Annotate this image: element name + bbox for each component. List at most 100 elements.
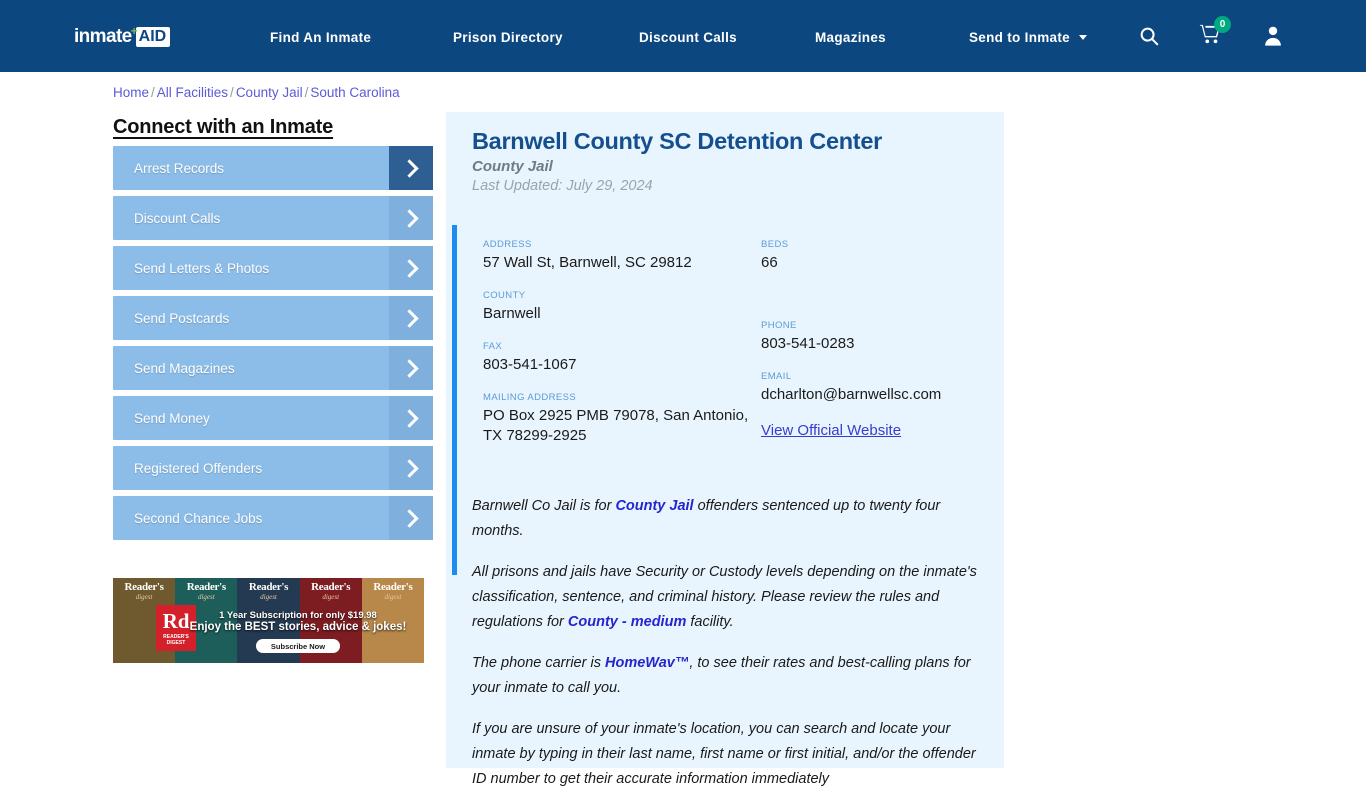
field-address: ADDRESS 57 Wall St, Barnwell, SC 29812 — [483, 239, 753, 273]
ad-cover-sub: digest — [322, 593, 340, 601]
ad-headline-1: 1 Year Subscription for only $19.98 — [219, 610, 377, 621]
field-phone: PHONE 803-541-0283 — [761, 320, 1001, 354]
breadcrumb-item-home[interactable]: Home — [113, 85, 149, 100]
ad-cover-sub: digest — [135, 593, 153, 601]
link-county-jail[interactable]: County Jail — [615, 498, 693, 514]
sidebar-item-registered-offenders[interactable]: Registered Offenders — [113, 446, 433, 490]
nav-item-prison-directory[interactable]: Prison Directory — [453, 30, 563, 45]
nav-item-send-to-inmate[interactable]: Send to Inmate — [969, 30, 1088, 45]
ad-logo-wordmark: READER'S DIGEST — [163, 633, 189, 646]
ad-cover-title: Reader's — [248, 581, 289, 593]
nav-label: Send to Inmate — [969, 30, 1070, 45]
field-email: EMAIL dcharlton@barnwellsc.com — [761, 371, 1001, 405]
sidebar-item-label: Send Postcards — [134, 310, 230, 326]
ad-cover-title: Reader's — [311, 581, 351, 593]
user-account-icon[interactable] — [1262, 24, 1284, 47]
search-icon[interactable] — [1138, 25, 1160, 47]
ad-cover-title: Reader's — [373, 581, 413, 593]
sidebar-item-label: Arrest Records — [134, 160, 225, 176]
cart-count-badge: 0 — [1214, 16, 1231, 33]
field-label: PHONE — [761, 320, 797, 331]
logo-text-aid: AID — [135, 27, 171, 47]
nav-item-discount-calls[interactable]: Discount Calls — [639, 30, 737, 45]
field-value: 803-541-0283 — [761, 335, 855, 352]
ad-headline-2: Enjoy the BEST stories, advice & jokes! — [189, 621, 407, 633]
ad-cover-title: Reader's — [124, 581, 164, 593]
breadcrumb-separator: / — [230, 85, 234, 100]
nav-label: Magazines — [815, 30, 886, 45]
field-label: MAILING ADDRESS — [483, 392, 577, 403]
sidebar-item-second-chance-jobs[interactable]: Second Chance Jobs — [113, 496, 433, 540]
advertisement-banner[interactable]: Reader's digest Reader's digest Reader's… — [113, 578, 424, 663]
breadcrumb-separator: / — [151, 85, 155, 100]
nav-item-find-an-inmate[interactable]: Find An Inmate — [270, 30, 371, 45]
link-homewav[interactable]: HomeWav™ — [605, 655, 689, 671]
sidebar-item-arrest-records[interactable]: Arrest Records — [113, 146, 433, 190]
ad-cover-title: Reader's — [186, 581, 226, 593]
breadcrumb-item-south-carolina[interactable]: South Carolina — [310, 85, 399, 100]
sidebar-item-label: Second Chance Jobs — [134, 510, 263, 526]
nav-label: Prison Directory — [453, 30, 563, 45]
sidebar-item-label: Discount Calls — [134, 210, 221, 226]
site-logo[interactable]: inmate + AID — [74, 24, 171, 48]
field-value: 803-541-1067 — [483, 356, 577, 373]
paragraph-1: Barnwell Co Jail is for County Jail offe… — [472, 494, 992, 544]
chevron-right-icon — [389, 196, 433, 240]
field-value: 57 Wall St, Barnwell, SC 29812 — [483, 254, 692, 271]
breadcrumb-separator: / — [304, 85, 309, 100]
breadcrumb-item-all-facilities[interactable]: All Facilities — [157, 85, 228, 100]
field-value: 66 — [761, 254, 778, 271]
facility-info-column-left: ADDRESS 57 Wall St, Barnwell, SC 29812 C… — [483, 239, 753, 463]
sidebar-item-send-postcards[interactable]: Send Postcards — [113, 296, 433, 340]
page-title: Barnwell County SC Detention Center — [472, 128, 882, 154]
sidebar-title: Connect with an Inmate — [113, 116, 334, 138]
nav-item-magazines[interactable]: Magazines — [815, 30, 886, 45]
field-county: COUNTY Barnwell — [483, 290, 753, 324]
field-value: PO Box 2925 PMB 79078, San Antonio, TX 7… — [483, 407, 749, 444]
sidebar-item-send-money[interactable]: Send Money — [113, 396, 433, 440]
chevron-right-icon — [389, 396, 433, 440]
site-header: inmate + AID Find An Inmate Prison Direc… — [0, 0, 1366, 72]
last-updated-text: Last Updated: July 29, 2024 — [472, 178, 653, 194]
facility-description: Barnwell Co Jail is for County Jail offe… — [472, 494, 992, 808]
chevron-right-icon — [389, 496, 433, 540]
chevron-right-icon — [389, 146, 433, 190]
cart-icon[interactable]: 0 — [1198, 16, 1231, 49]
ad-cover-sub: digest — [197, 593, 215, 601]
field-beds: BEDS 66 — [761, 239, 1001, 273]
chevron-right-icon — [389, 296, 433, 340]
sidebar-item-label: Send Money — [134, 410, 210, 426]
link-county-medium[interactable]: County - medium — [568, 614, 686, 630]
sidebar-item-send-magazines[interactable]: Send Magazines — [113, 346, 433, 390]
ad-subscribe-button[interactable]: Subscribe Now — [256, 639, 340, 653]
facility-info-column-right: BEDS 66 PHONE 803-541-0283 EMAIL dcharlt… — [761, 239, 1001, 457]
ad-cover-sub: digest — [260, 593, 277, 601]
field-label: FAX — [483, 341, 503, 352]
paragraph-4: If you are unsure of your inmate's locat… — [472, 721, 976, 787]
field-label: BEDS — [761, 239, 789, 250]
sidebar-menu: Arrest Records Discount Calls Send Lette… — [113, 146, 433, 546]
text-fragment: facility. — [686, 614, 734, 630]
chevron-right-icon — [389, 246, 433, 290]
paragraph-2: All prisons and jails have Security or C… — [472, 560, 992, 635]
official-website-link-wrapper: View Official Website — [761, 422, 1001, 440]
field-label: ADDRESS — [483, 239, 532, 250]
logo-text-inmate: inmate — [74, 26, 132, 47]
sidebar-item-send-letters-photos[interactable]: Send Letters & Photos — [113, 246, 433, 290]
breadcrumb: Home / All Facilities / County Jail / South Ca… — [113, 85, 400, 100]
nav-label: Find An Inmate — [270, 30, 372, 45]
sidebar-item-label: Send Letters & Photos — [134, 260, 270, 276]
text-fragment: Barnwell Co Jail is for — [472, 498, 616, 514]
field-value: Barnwell — [483, 305, 541, 322]
sidebar-item-discount-calls[interactable]: Discount Calls — [113, 196, 433, 240]
facility-type: County Jail — [472, 158, 553, 175]
breadcrumb-item-county-jail[interactable]: County Jail — [236, 85, 303, 100]
field-value: dcharlton@barnwellsc.com — [761, 386, 942, 403]
chevron-right-icon — [389, 446, 433, 490]
field-mailing-address: MAILING ADDRESS PO Box 2925 PMB 79078, S… — [483, 392, 753, 446]
text-fragment: The phone carrier is — [472, 655, 605, 671]
field-label: COUNTY — [483, 290, 526, 301]
view-official-website-link[interactable]: View Official Website — [761, 422, 901, 439]
sidebar-item-label: Send Magazines — [134, 360, 235, 376]
chevron-down-icon — [1079, 35, 1088, 40]
